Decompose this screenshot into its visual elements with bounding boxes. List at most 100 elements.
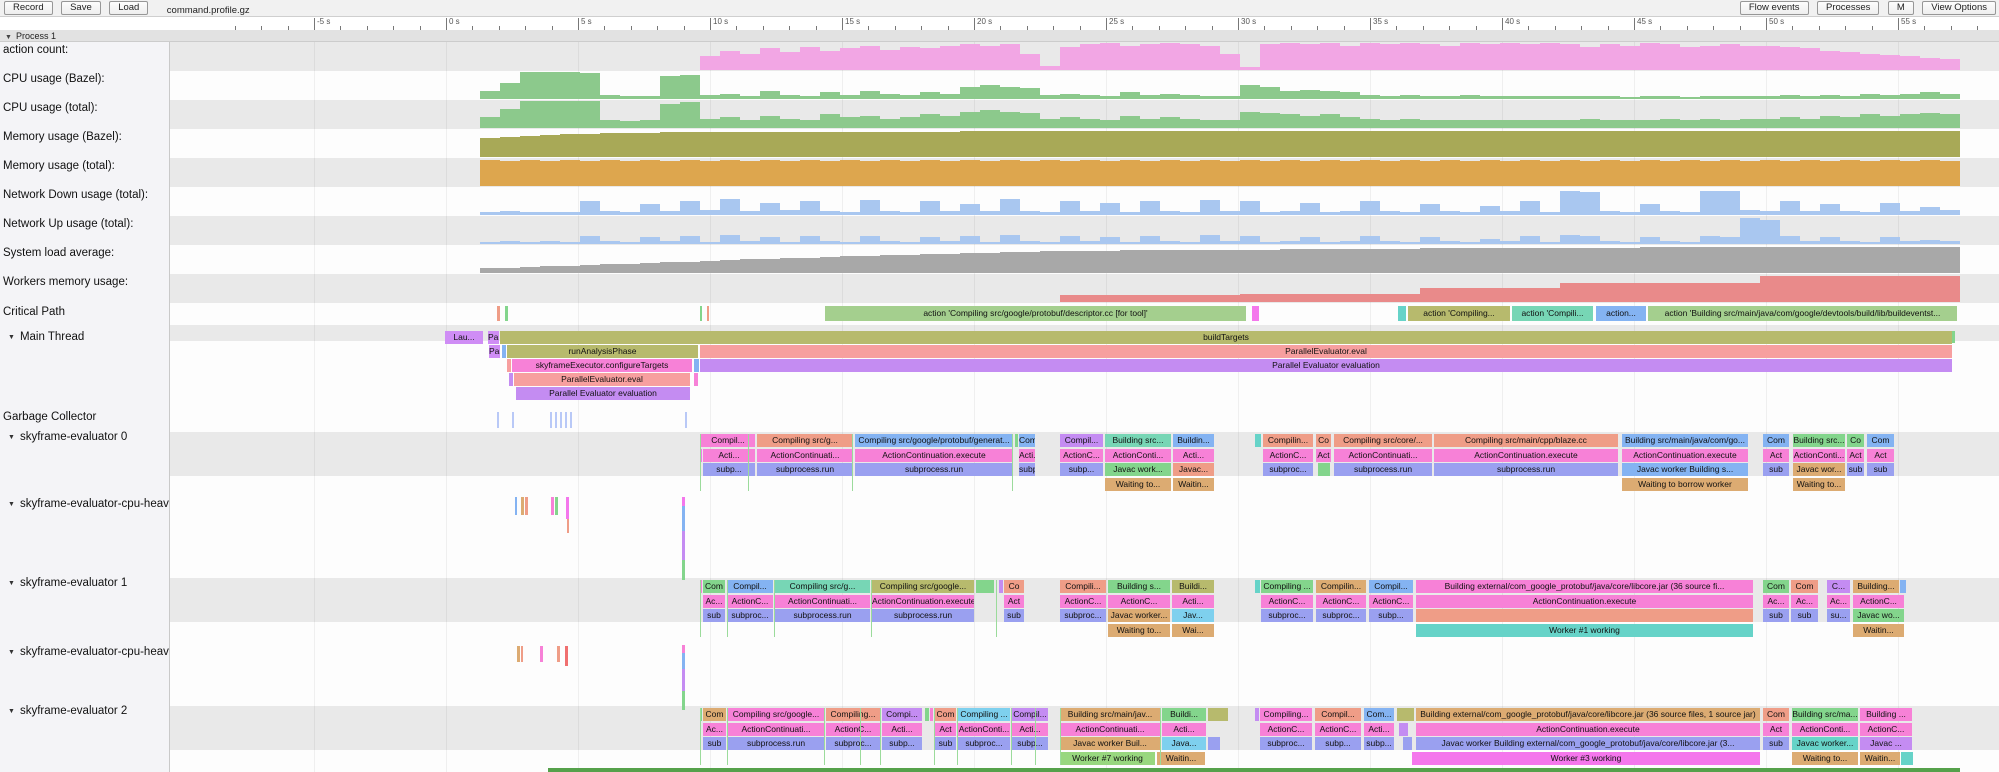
slice-skyframe-evaluator-2[interactable]: Javac ... [1860,737,1912,750]
slice-skyframe-evaluator-1[interactable]: ActionContinuation.execute [872,595,974,608]
slice-skyframe-evaluator-0[interactable]: Javac... [1173,463,1214,476]
record-button[interactable]: Record [4,1,53,15]
slice-skyframe-evaluator-2[interactable]: Compiling src/google... [728,708,824,721]
slice-skyframe-evaluator-2[interactable]: ActionContinuation.execute [1416,723,1760,736]
slice-main-thread[interactable]: buildTargets [500,331,1952,344]
slice-skyframe-evaluator-1[interactable]: subproc... [1316,609,1366,622]
slice-skyframe-evaluator-2[interactable]: Acti... [882,723,922,736]
slice-skyframe-evaluator-1[interactable]: Act [1004,595,1024,608]
slice-skyframe-evaluator-1[interactable]: Javac worker... [1108,609,1170,622]
slice-skyframe-evaluator-1[interactable]: Compil... [1369,580,1413,593]
collapse-arrow-icon[interactable]: ▼ [8,434,15,441]
slice-skyframe-evaluator-0[interactable] [1255,434,1261,447]
slice-skyframe-evaluator-1[interactable]: ActionC... [1261,595,1313,608]
slice-skyframe-evaluator-1[interactable]: sub [1004,609,1024,622]
slice-skyframe-evaluator-2[interactable]: Building external/com_google_protobuf/ja… [1416,708,1760,721]
slice-skyframe-evaluator-2[interactable]: Waitin... [1157,752,1205,765]
slice-main-thread[interactable] [694,359,699,372]
slice-skyframe-evaluator-0[interactable]: Co [1847,434,1864,447]
slice-skyframe-evaluator-2[interactable]: sub [1763,737,1789,750]
slice-skyframe-evaluator-2[interactable]: Compiling ... [958,708,1010,721]
collapse-arrow-icon[interactable]: ▼ [8,334,15,341]
slice-skyframe-evaluator-2[interactable]: subp... [1012,737,1048,750]
slice-skyframe-evaluator-1[interactable]: Com [1763,580,1789,593]
slice-skyframe-evaluator-2[interactable]: Com [935,708,956,721]
slice-skyframe-evaluator-0[interactable]: Compiling src/google/protobuf/generat... [855,434,1013,447]
slice-skyframe-evaluator-0[interactable]: subprocess.run [1334,463,1432,476]
processes-button[interactable]: Processes [1817,1,1879,15]
slice-skyframe-evaluator-2[interactable]: Com [703,708,726,721]
slice-skyframe-evaluator-0[interactable]: sub [1763,463,1789,476]
slice-skyframe-evaluator-2[interactable]: sub [703,737,726,750]
slice-skyframe-evaluator-0[interactable]: ActionContinuation.execute [855,449,1013,462]
slice-skyframe-evaluator-2[interactable]: Act [935,723,956,736]
slice-skyframe-evaluator-0[interactable]: Acti... [1019,449,1035,462]
save-button[interactable]: Save [61,1,101,15]
slice-skyframe-evaluator-2[interactable] [1901,752,1913,765]
slice-critical-path[interactable]: action 'Compili... [1512,306,1593,321]
slice-skyframe-evaluator-2[interactable]: Com [1763,708,1789,721]
slice-skyframe-evaluator-0[interactable]: Comp... [1019,434,1035,447]
slice-skyframe-evaluator-0[interactable]: Compilin... [1263,434,1313,447]
slice-critical-path[interactable] [497,306,500,321]
slice-main-thread[interactable] [507,359,511,372]
slice-skyframe-evaluator-1[interactable]: ActionC... [1853,595,1904,608]
slice-main-thread[interactable] [509,373,513,386]
slice-skyframe-evaluator-0[interactable]: Waiting to borrow worker [1622,478,1748,491]
slice-skyframe-evaluator-0[interactable]: Building src/main/java/com/go... [1622,434,1748,447]
slice-skyframe-evaluator-2[interactable]: Javac worker Building external/com_googl… [1416,737,1760,750]
collapse-arrow-icon[interactable]: ▼ [8,649,15,656]
slice-skyframe-evaluator-0[interactable]: Waitin... [1173,478,1214,491]
slice-main-thread[interactable] [694,373,698,386]
slice-skyframe-evaluator-1[interactable]: Waiting to... [1108,624,1170,637]
slice-skyframe-evaluator-1[interactable]: Buildi... [1172,580,1214,593]
slice-skyframe-evaluator-2[interactable]: ActionContinuati... [728,723,824,736]
slice-skyframe-evaluator-1[interactable]: ActionContinuation.execute [1416,595,1753,608]
slice-skyframe-evaluator-0[interactable]: Waiting to... [1105,478,1171,491]
slice-skyframe-evaluator-2[interactable]: subp... [882,737,922,750]
track-label-main-thread[interactable]: ▼Main Thread [8,331,84,343]
slice-skyframe-evaluator-2[interactable]: sub [935,737,956,750]
slice-skyframe-evaluator-1[interactable]: Compili... [1060,580,1106,593]
slice-skyframe-evaluator-2[interactable]: Compiling... [826,708,880,721]
slice-skyframe-evaluator-2[interactable]: Waitin... [1860,752,1900,765]
slice-skyframe-evaluator-0[interactable]: Act [1316,449,1331,462]
slice-skyframe-evaluator-1[interactable]: Waitin... [1853,624,1904,637]
slice-skyframe-evaluator-2[interactable]: Acti... [1162,723,1206,736]
slice-skyframe-evaluator-2[interactable]: subp... [1364,737,1394,750]
slice-skyframe-evaluator-0[interactable]: Javac wor... [1793,463,1845,476]
slice-skyframe-evaluator-2[interactable]: Com... [1364,708,1394,721]
slice-skyframe-evaluator-1[interactable] [1255,580,1260,593]
collapse-arrow-icon[interactable]: ▼ [8,708,15,715]
slice-skyframe-evaluator-0[interactable]: Com [1867,434,1894,447]
slice-skyframe-evaluator-0[interactable]: Javac worker Building s... [1622,463,1748,476]
slice-main-thread[interactable] [502,345,506,358]
slice-skyframe-evaluator-1[interactable]: Compiling src/google... [872,580,974,593]
slice-critical-path[interactable] [1252,306,1259,321]
slice-skyframe-evaluator-2[interactable]: subproc... [826,737,880,750]
slice-main-thread[interactable]: Par [488,331,499,344]
slice-skyframe-evaluator-0[interactable]: ActionContinuati... [1334,449,1432,462]
slice-skyframe-evaluator-1[interactable]: subp... [1369,609,1413,622]
slice-skyframe-evaluator-1[interactable]: Ac... [1791,595,1818,608]
slice-skyframe-evaluator-0[interactable]: ActionContinuation.execute [1622,449,1748,462]
slice-skyframe-evaluator-0[interactable]: subproc... [1263,463,1313,476]
slice-skyframe-evaluator-0[interactable]: Compil... [1060,434,1103,447]
slice-skyframe-evaluator-2[interactable] [1255,708,1259,721]
slice-main-thread[interactable]: Par [489,345,500,358]
slice-skyframe-evaluator-0[interactable]: ActionC... [1263,449,1313,462]
slice-skyframe-evaluator-1[interactable]: subproc... [1060,609,1106,622]
slice-main-thread[interactable]: Lau... [445,331,483,344]
slice-critical-path[interactable] [1398,306,1406,321]
track-label-skyframe-evaluator-cpu-heavy-2[interactable]: ▼skyframe-evaluator-cpu-heavy- [8,646,170,658]
slice-skyframe-evaluator-0[interactable]: Act [1847,449,1864,462]
slice-skyframe-evaluator-0[interactable]: Acti... [1173,449,1214,462]
slice-skyframe-evaluator-1[interactable]: Ac... [1827,595,1850,608]
slice-skyframe-evaluator-0[interactable]: Com [1763,434,1789,447]
slice-skyframe-evaluator-2[interactable]: ActionC... [826,723,880,736]
slice-skyframe-evaluator-2[interactable]: subproc... [958,737,1010,750]
slice-critical-path[interactable]: action... [1596,306,1646,321]
slice-skyframe-evaluator-1[interactable]: Com [1791,580,1818,593]
slice-skyframe-evaluator-2[interactable]: Acti... [1012,723,1048,736]
collapse-arrow-icon[interactable]: ▼ [5,34,12,41]
